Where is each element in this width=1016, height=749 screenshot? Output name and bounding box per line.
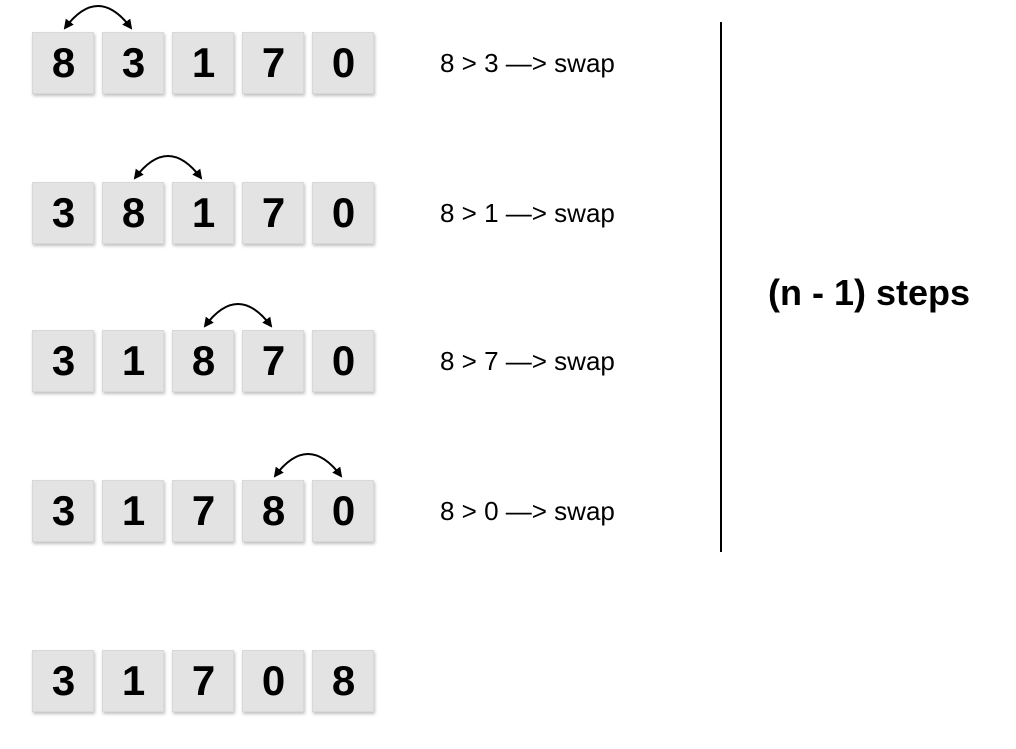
array-cells: 83170: [32, 32, 374, 94]
array-cell: 7: [172, 650, 234, 712]
array-row: 83170: [32, 32, 374, 94]
array-cell: 8: [242, 480, 304, 542]
array-cells: 31708: [32, 650, 374, 712]
comparison-label: 8 > 0 —> swap: [440, 496, 615, 527]
steps-label: (n - 1) steps: [768, 272, 970, 314]
array-cell: 8: [312, 650, 374, 712]
array-cell: 0: [312, 480, 374, 542]
array-cell: 3: [32, 330, 94, 392]
swap-arc: [59, 4, 137, 32]
array-row: 31780: [32, 480, 374, 542]
array-cell: 8: [32, 32, 94, 94]
array-cell: 0: [312, 330, 374, 392]
steps-bracket-line: [720, 22, 722, 552]
comparison-label: 8 > 1 —> swap: [440, 198, 615, 229]
array-cells: 38170: [32, 182, 374, 244]
swap-arc: [269, 452, 347, 480]
array-cell: 0: [312, 32, 374, 94]
array-cell: 1: [102, 480, 164, 542]
array-cell: 3: [32, 650, 94, 712]
array-cell: 1: [172, 32, 234, 94]
comparison-label: 8 > 3 —> swap: [440, 48, 615, 79]
comparison-label: 8 > 7 —> swap: [440, 346, 615, 377]
array-cell: 0: [312, 182, 374, 244]
array-row: 31708: [32, 650, 374, 712]
array-cell: 1: [172, 182, 234, 244]
diagram-stage: 831708 > 3 —> swap381708 > 1 —> swap3187…: [0, 0, 1016, 749]
swap-arc: [199, 302, 277, 330]
array-cell: 7: [242, 32, 304, 94]
array-row: 38170: [32, 182, 374, 244]
array-row: 31870: [32, 330, 374, 392]
array-cell: 8: [102, 182, 164, 244]
array-cell: 8: [172, 330, 234, 392]
array-cell: 3: [102, 32, 164, 94]
swap-arc: [129, 154, 207, 182]
array-cell: 3: [32, 182, 94, 244]
array-cell: 1: [102, 330, 164, 392]
array-cell: 0: [242, 650, 304, 712]
array-cell: 7: [172, 480, 234, 542]
array-cell: 7: [242, 330, 304, 392]
array-cell: 3: [32, 480, 94, 542]
array-cell: 1: [102, 650, 164, 712]
array-cells: 31870: [32, 330, 374, 392]
array-cell: 7: [242, 182, 304, 244]
array-cells: 31780: [32, 480, 374, 542]
